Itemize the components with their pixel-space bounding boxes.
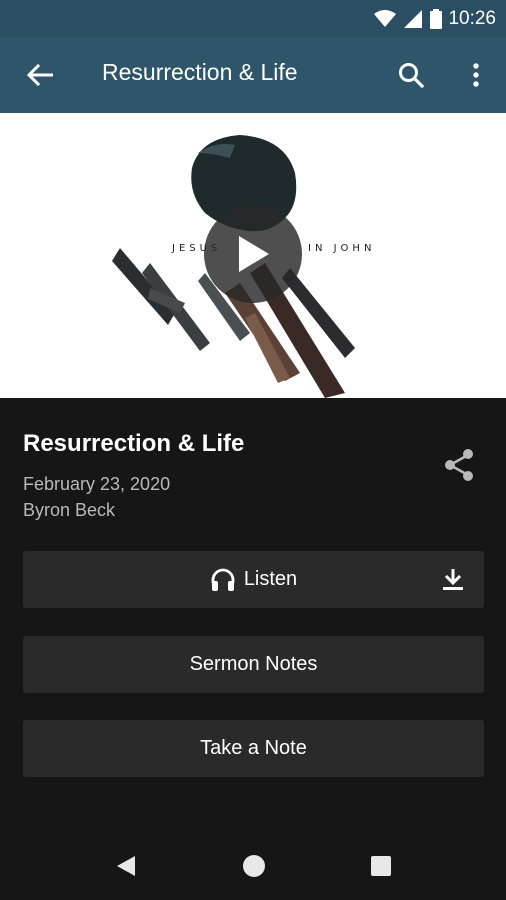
take-note-button[interactable]: Take a Note [23, 720, 484, 777]
sermon-speaker: Byron Beck [23, 500, 116, 520]
download-button[interactable] [438, 565, 468, 595]
app-bar-title: Resurrection & Life [102, 59, 298, 85]
back-button[interactable] [22, 57, 58, 93]
battery-icon [430, 8, 443, 29]
more-vertical-icon [473, 63, 479, 87]
listen-label: Listen [243, 568, 298, 590]
arrow-left-icon [27, 64, 53, 86]
status-icons [374, 8, 443, 29]
search-icon [399, 63, 424, 88]
play-button[interactable] [204, 205, 302, 303]
share-icon [445, 449, 473, 481]
search-button[interactable] [393, 57, 429, 93]
take-note-label: Take a Note [200, 737, 307, 759]
artwork-text-right: IN JOHN [308, 243, 376, 254]
nav-recents-icon[interactable] [368, 853, 394, 879]
sermon-date: February 23, 2020 [23, 474, 171, 494]
status-time: 10:26 [448, 7, 496, 29]
app-bar: Resurrection & Life [0, 37, 506, 113]
nav-back-icon[interactable] [113, 853, 139, 879]
share-button[interactable] [440, 446, 478, 484]
headphones-icon [210, 568, 236, 592]
wifi-icon [374, 9, 397, 27]
sermon-title: Resurrection & Life [23, 430, 245, 457]
nav-home-icon[interactable] [241, 853, 267, 879]
play-icon [239, 236, 269, 272]
sermon-notes-label: Sermon Notes [189, 653, 318, 675]
listen-button[interactable]: Listen [23, 551, 484, 608]
more-options-button[interactable] [458, 57, 494, 93]
cellular-signal-icon [404, 9, 423, 28]
download-icon [443, 569, 463, 590]
sermon-notes-button[interactable]: Sermon Notes [23, 636, 484, 693]
status-bar: 10:26 [0, 0, 506, 37]
sermon-artwork: JESUS IN JOHN [0, 113, 506, 398]
system-navigation-bar [0, 833, 506, 900]
